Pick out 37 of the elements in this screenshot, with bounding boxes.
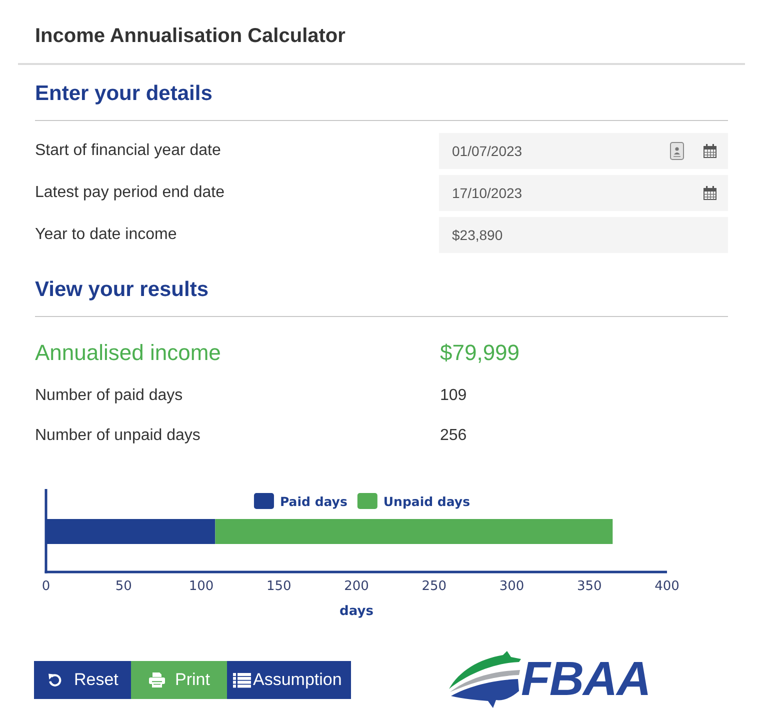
tick-label: 350 [576, 579, 602, 594]
date-field[interactable]: 01/07/2023 [439, 133, 728, 169]
tick-label: 100 [188, 579, 214, 594]
result-value: $79,999 [440, 339, 520, 367]
logo-swoosh-icon [447, 651, 523, 709]
tick-label: 400 [654, 579, 680, 594]
field-label: Year to date income [35, 225, 177, 245]
tick-label: 0 [42, 579, 50, 594]
tick-label: 250 [422, 579, 447, 594]
axis-title: days [340, 604, 374, 619]
undo-arrow-icon [48, 673, 62, 687]
list-icon [233, 672, 251, 688]
date-field[interactable]: 17/10/2023 [439, 175, 728, 211]
result-value: 256 [440, 426, 467, 446]
result-label: Annualised income [35, 339, 221, 367]
calendar-icon[interactable] [703, 186, 717, 200]
page-title: Income Annualisation Calculator [35, 24, 346, 49]
assumption-button[interactable]: Assumption [227, 661, 351, 699]
field-label: Start of financial year date [35, 141, 221, 161]
input-field[interactable]: $23,890 [439, 217, 728, 253]
result-label: Number of unpaid days [35, 426, 200, 446]
tick-label: 200 [344, 579, 369, 594]
section-heading: Enter your details [35, 81, 212, 107]
tick-label: 300 [499, 579, 524, 594]
logo-text: FBAA [521, 655, 650, 705]
tick-label: 150 [266, 579, 292, 594]
reset-button[interactable]: Reset [34, 661, 131, 699]
result-value: 109 [440, 386, 467, 406]
section-heading: View your results [35, 277, 209, 303]
field-label: Latest pay period end date [35, 183, 224, 203]
result-label: Number of paid days [35, 386, 183, 406]
calendar-icon[interactable] [703, 144, 717, 158]
contact-card-icon[interactable] [670, 142, 684, 160]
tick-label: 50 [115, 579, 132, 594]
legend-label: Unpaid days [383, 494, 470, 509]
legend-label: Paid days [280, 494, 348, 509]
printer-icon [149, 672, 165, 688]
